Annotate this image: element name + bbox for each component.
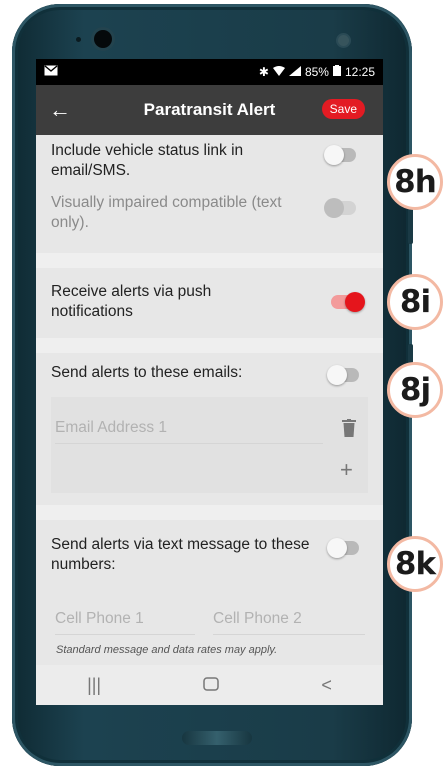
toggle-knob <box>327 365 347 385</box>
light-sensor <box>338 35 349 46</box>
email-label: Send alerts to these emails: <box>51 364 243 381</box>
recent-apps-icon[interactable]: ||| <box>87 675 101 696</box>
annotation-badge-8j: 8j <box>387 362 443 418</box>
vehicle-status-toggle[interactable] <box>324 145 356 165</box>
toggle-knob <box>324 198 344 218</box>
toggle-knob <box>327 538 347 558</box>
app-bar: ← Paratransit Alert Save <box>36 85 383 135</box>
back-arrow-icon[interactable]: ← <box>36 97 84 123</box>
visually-impaired-label: Visually impaired compatible (text only)… <box>51 194 282 231</box>
signal-icon <box>288 65 301 79</box>
clock-time: 12:25 <box>344 65 375 79</box>
battery-icon <box>332 65 341 79</box>
mail-icon <box>44 65 259 79</box>
email-address-1-input[interactable]: Email Address 1 <box>55 419 323 444</box>
android-nav-bar: ||| < <box>36 665 383 705</box>
add-email-icon[interactable]: + <box>340 459 353 481</box>
settings-list: Include vehicle status link in email/SMS… <box>36 135 383 705</box>
sms-label: Send alerts via text message to these nu… <box>51 536 310 573</box>
bluetooth-icon: ✱ <box>258 65 269 79</box>
back-nav-icon[interactable]: < <box>321 675 332 696</box>
trash-icon[interactable] <box>342 419 356 442</box>
proximity-dot <box>76 37 81 42</box>
home-icon[interactable] <box>203 675 219 696</box>
battery-percent: 85% <box>304 65 329 79</box>
push-toggle[interactable] <box>331 292 365 312</box>
vehicle-settings-card: Include vehicle status link in email/SMS… <box>36 135 383 253</box>
toggle-knob <box>345 292 365 312</box>
push-label: Receive alerts via push notifications <box>51 283 212 320</box>
status-bar: ✱ 85% 12:25 <box>36 59 383 85</box>
cell-phone-2-input[interactable]: Cell Phone 2 <box>213 610 365 635</box>
cell-phone-1-input[interactable]: Cell Phone 1 <box>55 610 195 635</box>
front-camera <box>94 30 112 48</box>
email-list: Email Address 1 + <box>51 397 368 493</box>
bottom-speaker <box>182 731 252 745</box>
annotation-badge-8i: 8i <box>387 274 443 330</box>
toggle-knob <box>324 145 344 165</box>
rates-note: Standard message and data rates may appl… <box>56 644 278 656</box>
annotation-badge-8k: 8k <box>387 536 443 592</box>
visually-impaired-toggle[interactable] <box>324 198 356 218</box>
save-button[interactable]: Save <box>321 99 365 119</box>
email-card: Send alerts to these emails: Email Addre… <box>36 353 383 505</box>
email-toggle[interactable] <box>327 365 359 385</box>
sms-toggle[interactable] <box>327 538 359 558</box>
push-card: Receive alerts via push notifications <box>36 268 383 338</box>
phone-screen: ✱ 85% 12:25 ← Paratransit Alert Save Inc… <box>36 59 383 705</box>
annotation-badge-8h: 8h <box>387 154 443 210</box>
wifi-icon <box>272 65 285 79</box>
vehicle-status-label: Include vehicle status link in email/SMS… <box>51 142 244 179</box>
